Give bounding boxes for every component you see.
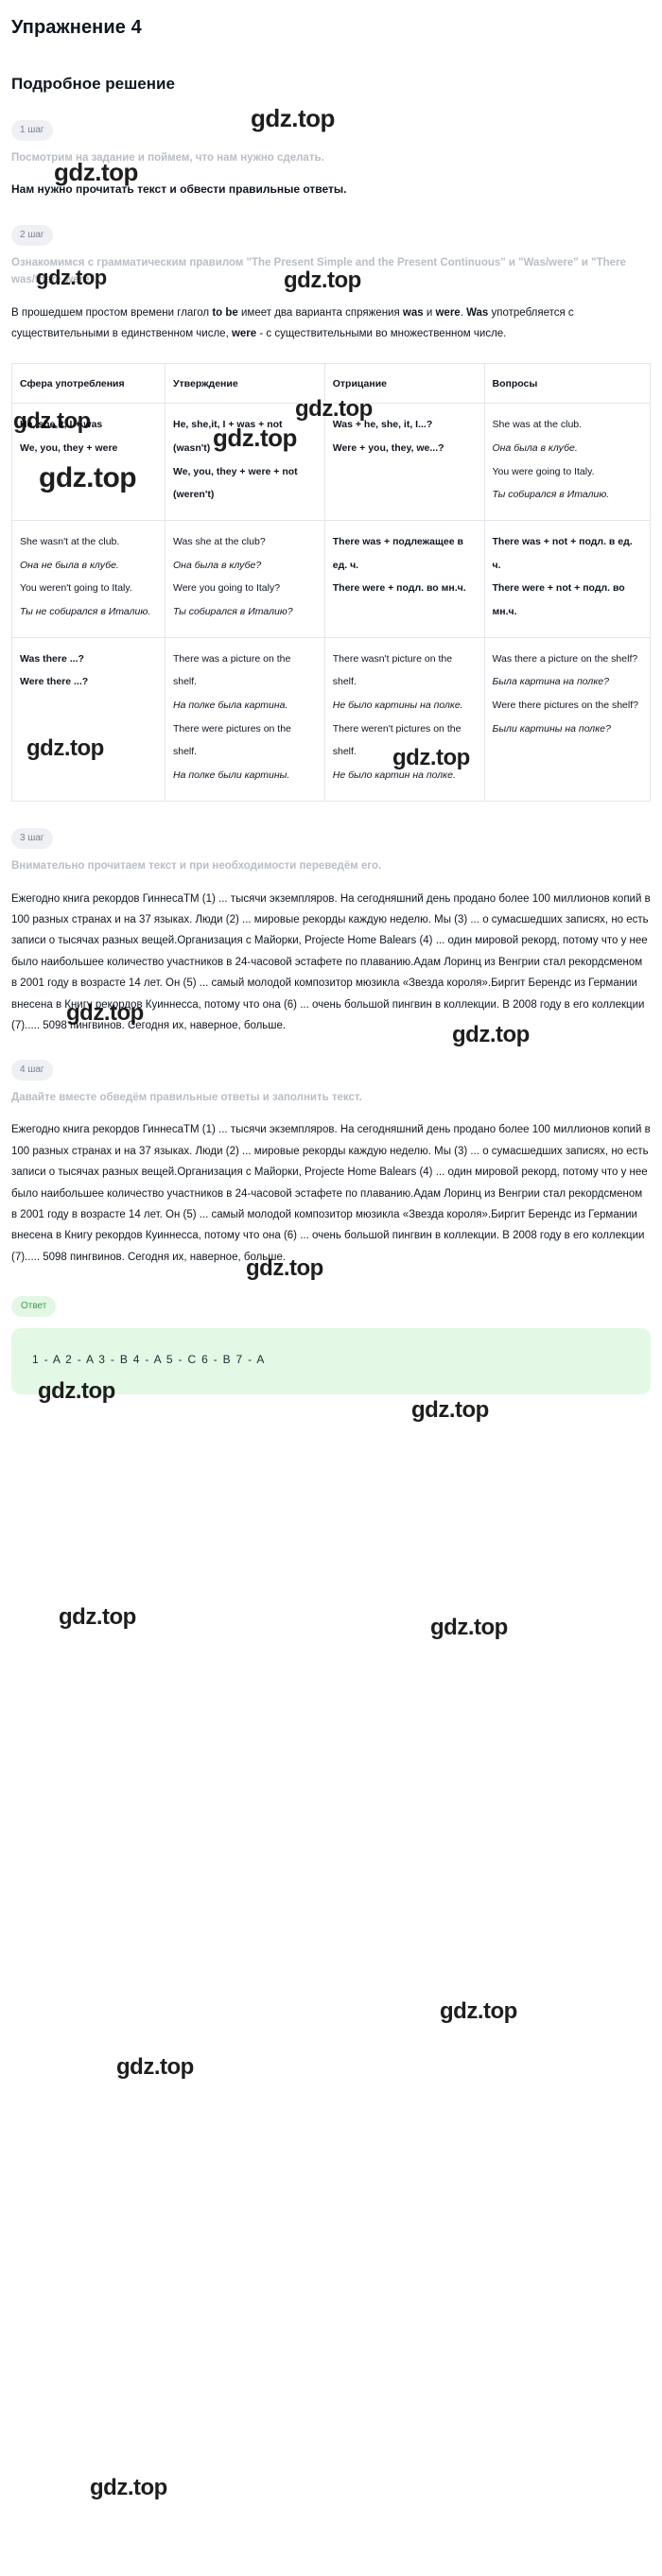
- watermark: gdz.top: [59, 1604, 136, 1630]
- step-badge-1: 1 шаг: [11, 120, 53, 141]
- solution-page: Упражнение 4 Подробное решение 1 шаг Пос…: [0, 17, 662, 1395]
- table-cell-line: (wasn't): [173, 442, 211, 455]
- watermark: gdz.top: [430, 1615, 508, 1640]
- table-cell: Was + he, she, it, I...? Were + you, they…: [323, 403, 485, 522]
- watermark: gdz.top: [90, 2475, 167, 2500]
- table-cell-line: Не было картин на полке.: [332, 769, 456, 782]
- table-cell-line: Were + you, they, we...?: [332, 442, 444, 455]
- table-cell-line: Она была в клубе?: [173, 559, 262, 571]
- table-cell-line: Were there pictures on the shelf?: [492, 700, 638, 712]
- solution-heading: Подробное решение: [11, 75, 175, 93]
- table-row: She wasn't at the club. Она не была в клу…: [11, 520, 651, 638]
- step-1-instruction: Посмотрим на задание и поймем, что нам н…: [11, 152, 324, 164]
- table-header-questions: Вопросы: [483, 363, 651, 405]
- table-cell-line: We, you, they + were + not: [173, 465, 298, 477]
- rule-tobe: to be: [212, 306, 238, 319]
- reading-text-step4: Ежегодно книга рекордов ГиннесаТМ (1) ..…: [11, 1124, 651, 1263]
- table-cell: Was she at the club? Она была в клубе? Wer…: [165, 520, 325, 638]
- rule-were-2: were: [231, 328, 257, 340]
- table-cell-line: Она была в клубе.: [492, 442, 578, 455]
- rule-was-2: Was: [466, 306, 489, 319]
- table-cell-line: Was there ...?: [20, 652, 84, 665]
- table-cell-line: She was at the club.: [492, 419, 583, 431]
- rule-text-a: В прошедшем простом времени глагол: [11, 306, 213, 319]
- table-cell-line: Were there ...?: [20, 676, 89, 688]
- table-cell-line: (weren't): [173, 489, 215, 501]
- step-badge-4: 4 шаг: [11, 1059, 53, 1081]
- table-cell-line: Не было картины на полке.: [332, 700, 463, 712]
- table-cell: He, she,it, I + was We, you, they + were: [11, 403, 166, 522]
- rule-was: was: [402, 306, 424, 319]
- table-header-scope: Сфера употребления: [11, 363, 166, 405]
- reading-text-step3: Ежегодно книга рекордов ГиннесаТМ (1) ..…: [11, 892, 651, 1032]
- watermark: gdz.top: [116, 2054, 194, 2080]
- table-cell-line: Ты не собирался в Италию.: [20, 606, 151, 618]
- watermark: gdz.top: [440, 1998, 517, 2024]
- table-cell-line: There wasn't picture on the shelf.: [332, 652, 453, 688]
- table-cell-line: There was + not + подл. в ед. ч.: [492, 536, 633, 571]
- step-1-answer: Нам нужно прочитать текст и обвести прав…: [11, 182, 347, 196]
- answer-box: 1 - A 2 - A 3 - B 4 - A 5 - C 6 - B 7 - …: [11, 1328, 651, 1395]
- table-cell: Was there a picture on the shelf? Была ка…: [483, 636, 651, 802]
- table-cell-line: Was + he, she, it, I...?: [332, 419, 433, 431]
- step-4-instruction: Давайте вместе обведём правильные ответы…: [11, 1091, 362, 1103]
- table-cell-line: There were + not + подл. во мн.ч.: [492, 582, 625, 618]
- table-cell: Was there ...? Were there ...?: [11, 636, 166, 802]
- answer-badge: Ответ: [11, 1296, 57, 1318]
- step-2-rule-paragraph: В прошедшем простом времени глагол to be…: [11, 303, 651, 345]
- table-cell: He, she,it, I + was + not (wasn't) We, you…: [165, 403, 325, 522]
- table-cell: There was + подлежащее в ед. ч. There wer…: [323, 520, 485, 638]
- table-cell: There wasn't picture on the shelf. Не был…: [323, 636, 485, 802]
- table-cell-line: He, she,it, I + was + not: [173, 419, 283, 431]
- rule-text-c: имеет два варианта спряжения: [237, 306, 403, 319]
- table-cell-line: We, you, they + were: [20, 442, 118, 455]
- table-header-affirmative: Утверждение: [165, 363, 325, 405]
- step-2-instruction: Ознакомимся с грамматическим правилом "T…: [11, 257, 626, 285]
- table-cell-line: There were + подл. во мн.ч.: [332, 582, 466, 595]
- table-cell-line: Она не была в клубе.: [20, 559, 119, 571]
- table-cell-line: There was + подлежащее в ед. ч.: [332, 536, 463, 571]
- table-cell-line: Ты собирался в Италию.: [492, 489, 610, 501]
- table-cell-line: На полке были картины.: [173, 769, 290, 782]
- step-3-instruction: Внимательно прочитаем текст и при необхо…: [11, 859, 382, 872]
- table-cell-line: There weren't pictures on the shelf.: [332, 722, 462, 758]
- table-cell-line: Was there a picture on the shelf?: [492, 652, 638, 665]
- table-cell: There was a picture on the shelf. На полк…: [165, 636, 325, 802]
- table-cell-line: You were going to Italy.: [492, 465, 595, 477]
- table-row: Was there ...? Were there ...? There was a…: [11, 636, 651, 802]
- step-badge-3: 3 шаг: [11, 827, 53, 849]
- table-cell-line: You weren't going to Italy.: [20, 582, 132, 595]
- table-cell: She was at the club. Она была в клубе. You…: [483, 403, 651, 522]
- table-cell-line: There was a picture on the shelf.: [173, 652, 291, 688]
- table-cell-line: There were pictures on the shelf.: [173, 722, 291, 758]
- page-title: Упражнение 4: [11, 17, 142, 38]
- table-cell: She wasn't at the club. Она не была в клу…: [11, 520, 166, 638]
- table-header-row: Сфера употребления Утверждение Отрицание…: [11, 363, 651, 405]
- table-cell-line: Was she at the club?: [173, 536, 266, 548]
- table-cell-line: He, she,it, I + was: [20, 419, 103, 431]
- step-badge-2: 2 шаг: [11, 225, 53, 246]
- table-cell-line: Была картина на полке?: [492, 676, 609, 688]
- table-cell-line: Were you going to Italy?: [173, 582, 281, 595]
- table-cell: There was + not + подл. в ед. ч. There we…: [483, 520, 651, 638]
- watermark: gdz.top: [411, 1397, 489, 1423]
- table-cell-line: She wasn't at the club.: [20, 536, 120, 548]
- rule-text-e: и: [423, 306, 436, 319]
- grammar-table: Сфера употребления Утверждение Отрицание…: [11, 363, 651, 802]
- table-row: He, she,it, I + was We, you, they + were H…: [11, 403, 651, 522]
- table-cell-line: Были картины на полке?: [492, 722, 611, 735]
- rule-were: were: [435, 306, 461, 319]
- rule-text-k: - с существительными во множественном чи…: [256, 328, 507, 340]
- table-cell-line: Ты собирался в Италию?: [173, 606, 293, 618]
- table-cell-line: На полке была картина.: [173, 700, 288, 712]
- table-header-negative: Отрицание: [323, 363, 485, 405]
